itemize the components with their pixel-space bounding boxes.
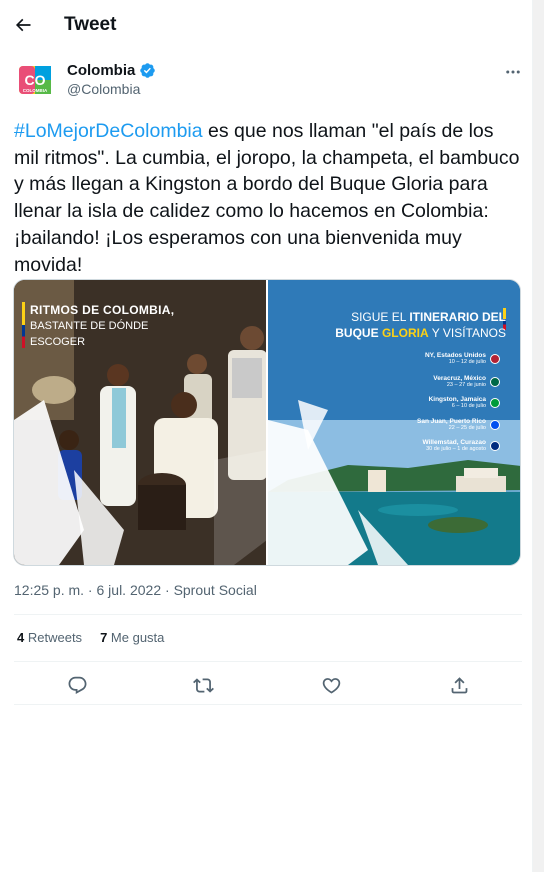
divider [14,704,522,705]
media-image-itinerary[interactable]: SIGUE EL ITINERARIO DEL BUQUE GLORIA Y V… [268,280,520,565]
action-bar [0,668,533,702]
page-title: Tweet [64,14,117,35]
retweets-stat[interactable]: 4 Retweets [17,630,82,645]
retweet-button[interactable] [189,671,217,699]
tweet-time[interactable]: 12:25 p. m. [14,582,84,598]
itinerary-stop: Kingston, Jamaica 6 – 10 de julio [428,396,486,409]
media-image-musicians[interactable]: RITMOS DE COLOMBIA, BASTANTE DE DÓNDE ES… [14,280,266,565]
itinerary-stop: San Juan, Puerto Rico 22 – 25 de julio [417,418,486,431]
like-icon [322,677,340,694]
arrow-left-icon [15,18,31,32]
tweet-stats: 4 Retweets 7 Me gusta [17,630,164,645]
author-handle[interactable]: @Colombia [67,81,140,97]
author-name[interactable]: Colombia [67,62,135,79]
author-name-row[interactable]: Colombia [67,62,156,79]
avatar[interactable]: CO COLOMBIA [16,61,54,99]
usa-flag-icon [490,354,500,364]
divider [14,661,522,662]
media-left-title-line3: ESCOGER [30,336,86,348]
tweet-source[interactable]: Sprout Social [174,582,257,598]
media-left-title-line1: RITMOS DE COLOMBIA, [30,303,175,317]
colombia-logo-icon: CO COLOMBIA [19,66,51,94]
itinerary-stop: Veracruz, México 23 – 27 de junio [433,375,486,388]
curacao-flag-icon [490,441,500,451]
back-button[interactable] [8,7,38,43]
header-bar: Tweet [0,0,533,50]
retweet-icon [192,677,214,693]
share-button[interactable] [445,671,473,699]
colombia-flag-bar [22,302,25,348]
share-icon [451,676,467,693]
more-options-button[interactable] [501,62,525,82]
likes-stat[interactable]: 7 Me gusta [100,630,164,645]
scrollbar[interactable] [533,0,544,872]
svg-text:CO: CO [25,72,46,88]
more-horizontal-icon [506,70,520,74]
verified-badge-icon [140,63,156,78]
media-left-title-line2: BASTANTE DE DÓNDE [30,320,149,332]
tweet-body: es que nos llaman "el país de los mil ri… [14,120,520,276]
reply-icon [68,676,86,694]
itinerary-heading-line2: BUQUE GLORIA Y VISÍTANOS [335,326,506,340]
tweet-detail-column: Tweet CO COLOMBIA Colombia @Colombia #Lo… [0,0,533,872]
like-button[interactable] [317,671,345,699]
tweet-meta: 12:25 p. m. · 6 jul. 2022 · Sprout Socia… [14,582,257,598]
media-grid: RITMOS DE COLOMBIA, BASTANTE DE DÓNDE ES… [13,279,521,566]
itinerary-stop: NY, Estados Unidos 10 – 12 de julio [424,352,486,365]
tweet-date[interactable]: 6 jul. 2022 [97,582,162,598]
reply-button[interactable] [63,671,91,699]
divider [14,614,522,615]
jamaica-flag-icon [490,398,500,408]
puerto-rico-flag-icon [490,420,500,430]
mexico-flag-icon [490,377,500,387]
hashtag-link[interactable]: #LoMejorDeColombia [14,120,203,142]
svg-text:COLOMBIA: COLOMBIA [23,88,48,93]
itinerary-heading-line1: SIGUE EL ITINERARIO DEL [351,310,506,324]
tweet-text: #LoMejorDeColombia es que nos llaman "el… [14,118,522,278]
itinerary-stop: Willemstad, Curazao 30 de julio – 1 de a… [422,439,486,452]
